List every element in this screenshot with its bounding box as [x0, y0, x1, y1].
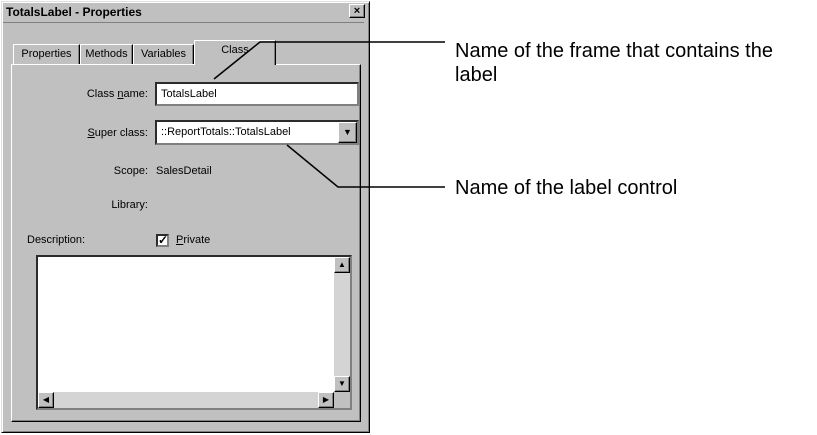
super-class-label: Super class:: [87, 127, 148, 139]
description-textarea[interactable]: ▲ ▼ ◀ ▶: [36, 255, 352, 410]
scroll-left-button[interactable]: ◀: [38, 392, 54, 408]
super-class-dropdown-button[interactable]: ▼: [338, 122, 357, 143]
arrow-up-icon: ▲: [338, 260, 346, 269]
scope-label: Scope:: [113, 165, 148, 177]
tab-label: Methods: [85, 48, 128, 60]
tab-properties[interactable]: Properties: [13, 44, 80, 64]
description-label: Description:: [27, 234, 86, 246]
private-checkbox[interactable]: ✓: [156, 234, 169, 247]
chevron-down-icon: ▼: [343, 127, 352, 137]
window-title: TotalsLabel - Properties: [3, 3, 364, 21]
scroll-up-button[interactable]: ▲: [334, 257, 350, 273]
arrow-down-icon: ▼: [338, 379, 346, 388]
title-separator: [3, 22, 364, 23]
class-name-field[interactable]: TotalsLabel: [155, 82, 359, 106]
tab-class[interactable]: Class: [194, 40, 276, 65]
private-label[interactable]: Private: [176, 234, 210, 246]
library-label: Library:: [111, 199, 148, 211]
scroll-right-button[interactable]: ▶: [318, 392, 334, 408]
scrollbar-corner: [334, 392, 350, 408]
close-icon: ×: [353, 5, 361, 17]
class-name-label: Class name:: [86, 88, 148, 100]
arrow-left-icon: ◀: [42, 395, 50, 404]
callout-control-name: Name of the label control: [455, 177, 678, 199]
scroll-down-button[interactable]: ▼: [334, 376, 350, 392]
callout-frame-name: Name of the frame that contains the labe…: [455, 40, 773, 86]
vertical-scrollbar[interactable]: [334, 257, 350, 392]
tab-label: Class: [221, 44, 249, 56]
scope-value: SalesDetail: [156, 165, 212, 177]
super-class-select[interactable]: ::ReportTotals::TotalsLabel: [155, 120, 359, 145]
horizontal-scrollbar[interactable]: [38, 392, 334, 408]
close-button[interactable]: ×: [349, 4, 365, 18]
tab-label: Properties: [21, 48, 72, 60]
check-icon: ✓: [158, 233, 169, 247]
tab-variables[interactable]: Variables: [133, 44, 194, 64]
arrow-right-icon: ▶: [322, 395, 330, 404]
tab-methods[interactable]: Methods: [80, 44, 133, 64]
tab-label: Variables: [140, 48, 187, 60]
